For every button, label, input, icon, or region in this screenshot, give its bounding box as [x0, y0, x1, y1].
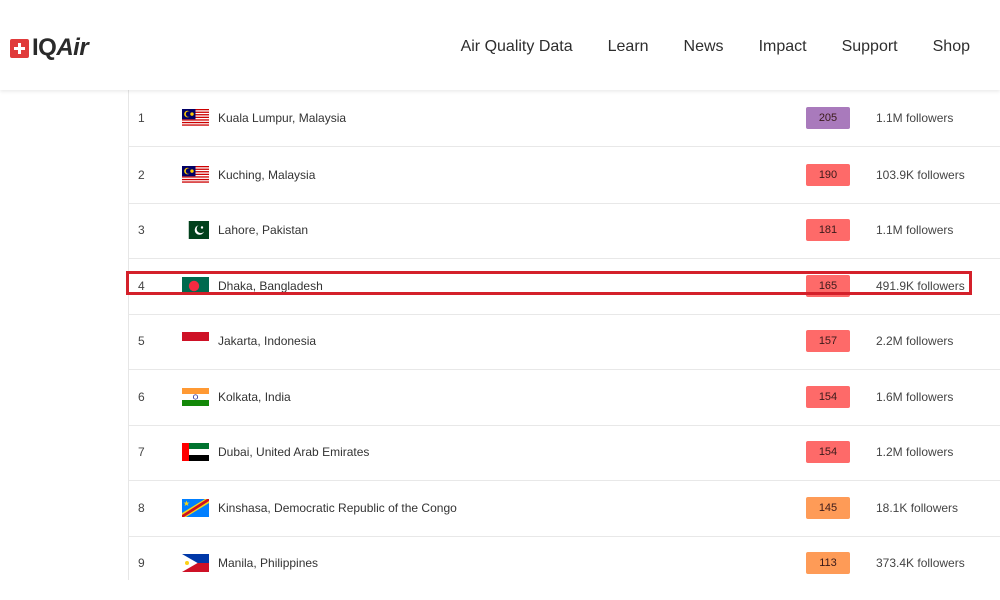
indonesia-flag-icon	[182, 332, 209, 350]
drc-flag-icon	[182, 499, 209, 517]
malaysia-flag-icon	[182, 109, 209, 127]
city-name[interactable]: Dhaka, Bangladesh	[218, 279, 323, 293]
nav-shop[interactable]: Shop	[933, 38, 970, 56]
followers-count: 1.1M followers	[876, 223, 954, 237]
followers-count: 1.1M followers	[876, 111, 954, 125]
rank-number: 2	[138, 168, 145, 182]
bangladesh-flag-icon	[182, 277, 209, 295]
followers-count: 1.6M followers	[876, 390, 954, 404]
rank-number: 4	[138, 279, 145, 293]
followers-count: 18.1K followers	[876, 501, 959, 515]
table-row[interactable]: 5 Jakarta, Indonesia 157 2.2M followers	[129, 313, 1000, 370]
rank-number: 9	[138, 556, 145, 570]
aqi-badge: 154	[806, 441, 850, 463]
table-row[interactable]: 3 Lahore, Pakistan 181 1.1M followers	[129, 202, 1000, 259]
city-name[interactable]: Lahore, Pakistan	[218, 223, 308, 237]
rank-number: 6	[138, 390, 145, 404]
table-row[interactable]: 6 Kolkata, India 154 1.6M followers	[129, 369, 1000, 426]
nav-impact[interactable]: Impact	[759, 38, 807, 56]
aqi-badge: 154	[806, 386, 850, 408]
city-name[interactable]: Kuala Lumpur, Malaysia	[218, 111, 346, 125]
rank-number: 8	[138, 501, 145, 515]
logo-text: IQAir	[32, 34, 89, 62]
followers-count: 491.9K followers	[876, 279, 965, 293]
pakistan-flag-icon	[182, 221, 209, 239]
nav-air-quality-data[interactable]: Air Quality Data	[461, 38, 573, 56]
site-header: IQAir Air Quality Data Learn News Impact…	[0, 0, 1000, 90]
logo-prefix: IQ	[32, 34, 57, 61]
city-name[interactable]: Kuching, Malaysia	[218, 168, 315, 182]
logo-suffix: Air	[56, 34, 89, 61]
table-row[interactable]: 1 Kuala Lumpur, Malaysia 205 1.1M followers	[129, 90, 1000, 147]
followers-count: 103.9K followers	[876, 168, 965, 182]
followers-count: 373.4K followers	[876, 556, 965, 570]
aqi-badge: 165	[806, 275, 850, 297]
philippines-flag-icon	[182, 554, 209, 572]
rank-number: 7	[138, 445, 145, 459]
uae-flag-icon	[182, 443, 209, 461]
table-row[interactable]: 7 Dubai, United Arab Emirates 154 1.2M foll…	[129, 424, 1000, 481]
table-row[interactable]: 8 Kinshasa, Democratic Republic of the Co…	[129, 480, 1000, 537]
aqi-badge: 157	[806, 330, 850, 352]
rank-number: 5	[138, 334, 145, 348]
city-name[interactable]: Manila, Philippines	[218, 556, 318, 570]
nav-learn[interactable]: Learn	[608, 38, 649, 56]
table-row[interactable]: 9 Manila, Philippines 113 373.4K followers	[129, 535, 1000, 591]
aqi-badge: 190	[806, 164, 850, 186]
city-name[interactable]: Jakarta, Indonesia	[218, 334, 316, 348]
malaysia-flag-icon	[182, 166, 209, 184]
city-ranking-table: 1 Kuala Lumpur, Malaysia 205 1.1M followers…	[128, 90, 1000, 580]
aqi-badge: 181	[806, 219, 850, 241]
india-flag-icon	[182, 388, 209, 406]
table-row[interactable]: 4 Dhaka, Bangladesh 165 491.9K followers	[129, 258, 1000, 315]
city-name[interactable]: Kinshasa, Democratic Republic of the Con…	[218, 501, 457, 515]
city-name[interactable]: Kolkata, India	[218, 390, 291, 404]
followers-count: 1.2M followers	[876, 445, 954, 459]
iqair-logo[interactable]: IQAir	[10, 33, 89, 63]
city-name[interactable]: Dubai, United Arab Emirates	[218, 445, 369, 459]
followers-count: 2.2M followers	[876, 334, 954, 348]
table-row[interactable]: 2 Kuching, Malaysia 190 103.9K followers	[129, 147, 1000, 204]
aqi-badge: 113	[806, 552, 850, 574]
aqi-badge: 145	[806, 497, 850, 519]
rank-number: 1	[138, 111, 145, 125]
rank-number: 3	[138, 223, 145, 237]
nav-news[interactable]: News	[684, 38, 724, 56]
aqi-badge: 205	[806, 107, 850, 129]
swiss-cross-icon	[10, 38, 29, 58]
nav-support[interactable]: Support	[842, 38, 898, 56]
main-nav: Air Quality Data Learn News Impact Suppo…	[461, 38, 970, 56]
